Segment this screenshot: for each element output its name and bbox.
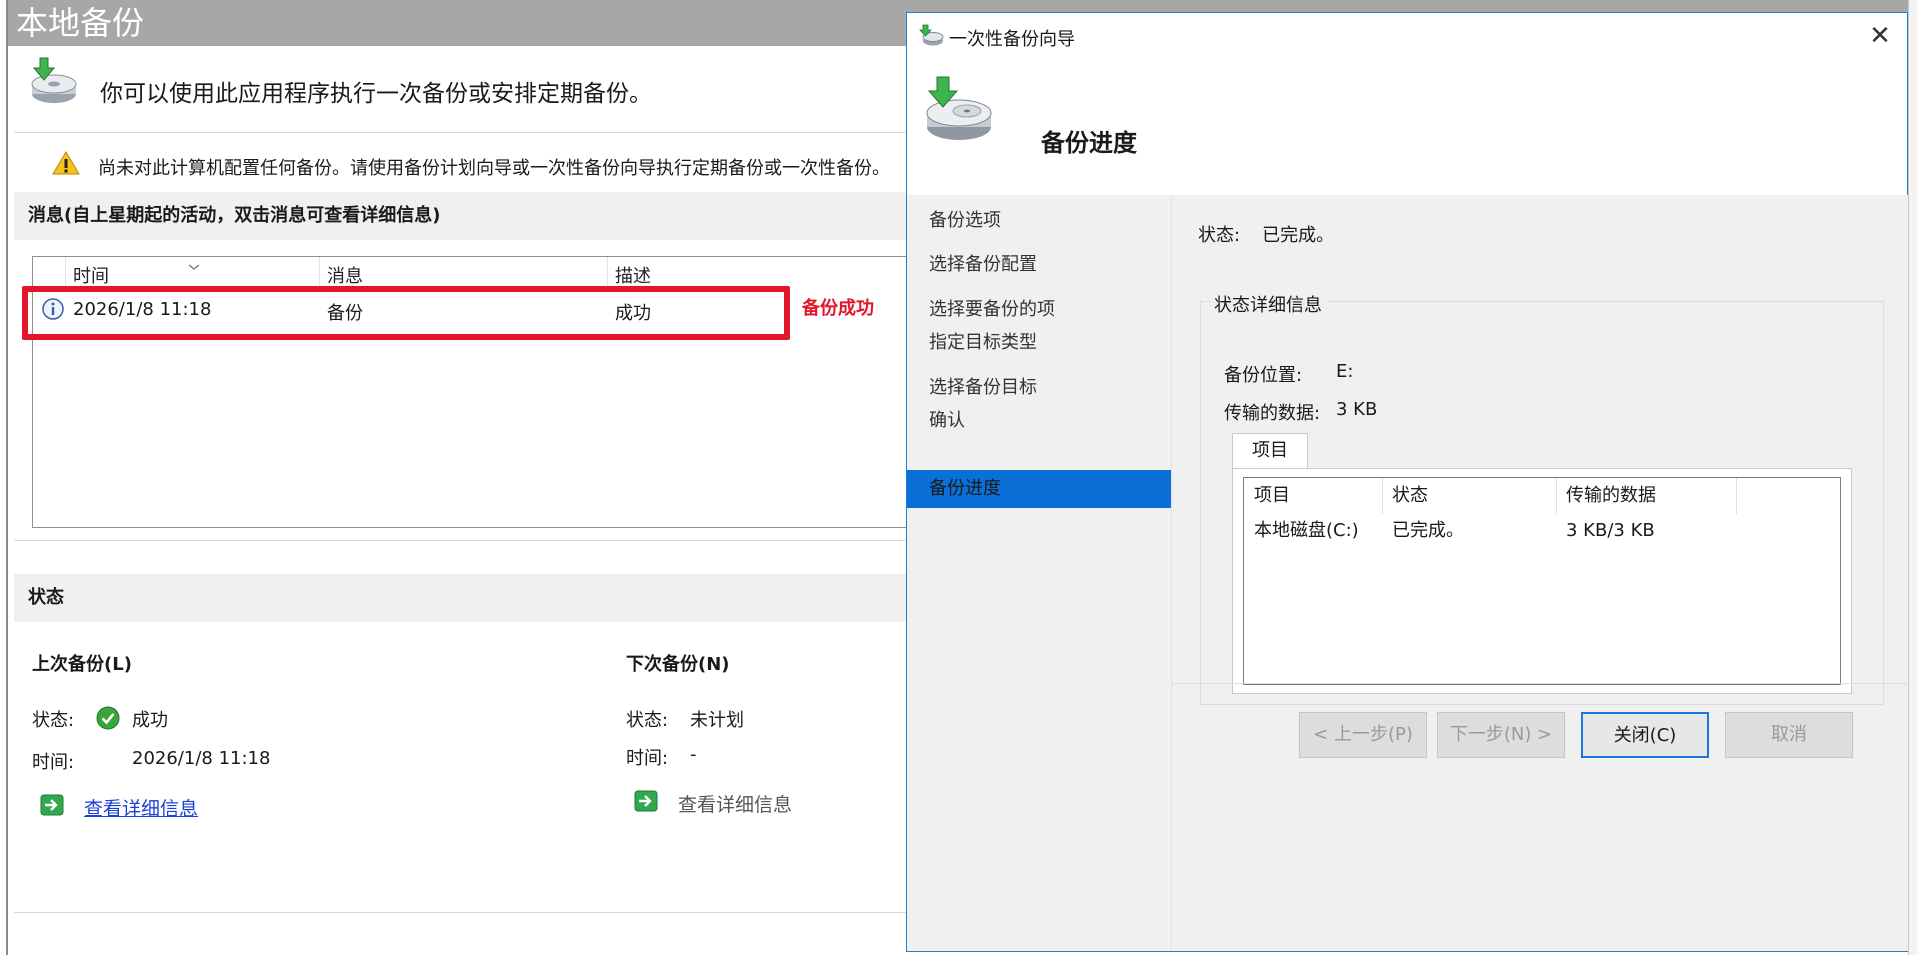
column-header-status[interactable]: 状态: [1392, 478, 1428, 514]
prev-button: < 上一步(P): [1299, 712, 1427, 758]
dialog-content: 状态: 已完成。 状态详细信息 备份位置: E: 传输的数据: 3 KB 项目 项…: [1171, 195, 1908, 951]
divider: [14, 132, 914, 133]
step-confirm[interactable]: 确认: [907, 403, 1171, 439]
column-header-data[interactable]: 传输的数据: [1566, 478, 1656, 514]
green-check-icon: [96, 706, 120, 734]
location-value: E:: [1336, 361, 1354, 382]
wizard-steps: 备份选项 选择备份配置 选择要备份的项 指定目标类型 选择备份目标 确认 备份进…: [907, 195, 1171, 951]
backup-disk-icon: [919, 24, 945, 48]
step-backup-options[interactable]: 备份选项: [907, 203, 1171, 239]
step-select-config[interactable]: 选择备份配置: [907, 247, 1171, 283]
next-backup-title: 下次备份(N): [626, 654, 730, 675]
state-line: 状态: 已完成。: [1198, 221, 1334, 247]
last-backup-time: 2026/1/8 11:18: [132, 748, 271, 769]
green-arrow-icon: [634, 790, 658, 812]
annotation-highlight-box: [22, 286, 790, 340]
dialog-footer: < 上一步(P) 下一步(N) > 关闭(C) 取消: [1171, 683, 1907, 770]
cancel-button: 取消: [1725, 712, 1853, 758]
backup-disk-icon: [917, 73, 997, 149]
state-value: 已完成。: [1262, 225, 1335, 246]
view-details-link: 查看详细信息: [678, 794, 793, 816]
items-grid[interactable]: 项目 状态 传输的数据 本地磁盘(C:) 已完成。 3 KB/3 KB: [1243, 477, 1841, 685]
last-backup-status: 成功: [132, 710, 168, 731]
divider: [14, 912, 914, 913]
transferred-value: 3 KB: [1336, 399, 1378, 420]
transferred-label: 传输的数据:: [1224, 403, 1321, 424]
warning-line: 尚未对此计算机配置任何备份。请使用备份计划向导或一次性备份向导执行定期备份或一次…: [52, 150, 912, 180]
column-divider: [607, 257, 608, 287]
row-status: 已完成。: [1392, 520, 1464, 541]
status-details-title: 状态详细信息: [1210, 291, 1326, 317]
location-label: 备份位置:: [1224, 365, 1303, 386]
dialog-titlebar: 一次性备份向导 ✕: [907, 13, 1907, 59]
warning-triangle-icon: [52, 150, 80, 180]
column-header-time[interactable]: 时间: [73, 257, 109, 287]
next-backup-time: -: [690, 744, 697, 765]
status-label: 状态:: [32, 710, 75, 731]
green-arrow-icon: [40, 794, 64, 816]
divider: [14, 540, 914, 541]
row-data: 3 KB/3 KB: [1566, 520, 1655, 541]
dialog-title: 一次性备份向导: [949, 29, 1075, 50]
step-select-items[interactable]: 选择要备份的项: [907, 292, 1171, 328]
dialog-header: 备份进度: [907, 59, 1907, 195]
last-backup-title: 上次备份(L): [32, 654, 132, 675]
one-time-backup-wizard: 一次性备份向导 ✕ 备份进度 备份选项 选择备份配置 选择要备份的项 指定目标类…: [906, 12, 1908, 952]
close-icon[interactable]: ✕: [1863, 19, 1897, 53]
sort-chevron-icon: [187, 257, 201, 276]
status-label: 状态:: [626, 710, 669, 731]
state-label: 状态:: [1198, 225, 1241, 246]
page-title: 备份进度: [1041, 129, 1137, 157]
last-backup-panel: 上次备份(L) 状态: 成功 时间: 2026/1/8 11:18 查看详细信息: [32, 650, 452, 830]
time-label: 时间:: [32, 752, 75, 773]
backup-disk-icon: [26, 56, 82, 108]
status-section-title: 状态: [14, 574, 914, 622]
time-label: 时间:: [626, 748, 669, 769]
next-button: 下一步(N) >: [1437, 712, 1565, 758]
intro-area: 你可以使用此应用程序执行一次备份或安排定期备份。: [26, 56, 906, 116]
column-header-item[interactable]: 项目: [1254, 478, 1290, 514]
warning-text: 尚未对此计算机配置任何备份。请使用备份计划向导或一次性备份向导执行定期备份或一次…: [98, 158, 890, 179]
window-edge-strip: [1908, 0, 1917, 955]
annotation-label: 备份成功: [802, 298, 874, 319]
close-button[interactable]: 关闭(C): [1581, 712, 1709, 758]
step-select-target[interactable]: 选择备份目标: [907, 370, 1171, 406]
row-item: 本地磁盘(C:): [1254, 520, 1359, 541]
messages-section-title: 消息(自上星期起的活动，双击消息可查看详细信息): [14, 192, 914, 240]
tab-panel: 项目 状态 传输的数据 本地磁盘(C:) 已完成。 3 KB/3 KB: [1232, 468, 1852, 694]
intro-text: 你可以使用此应用程序执行一次备份或安排定期备份。: [100, 81, 652, 107]
column-divider: [319, 257, 320, 287]
column-divider: [1382, 478, 1383, 514]
step-target-type[interactable]: 指定目标类型: [907, 325, 1171, 361]
next-backup-status: 未计划: [690, 710, 744, 731]
column-divider: [1556, 478, 1557, 514]
column-header-description[interactable]: 描述: [615, 257, 651, 287]
tab-items[interactable]: 项目: [1232, 433, 1308, 469]
column-divider: [65, 257, 66, 287]
view-details-link[interactable]: 查看详细信息: [84, 794, 198, 821]
column-divider: [1736, 478, 1737, 514]
step-backup-progress[interactable]: 备份进度: [907, 470, 1171, 508]
column-header-message[interactable]: 消息: [327, 257, 363, 287]
